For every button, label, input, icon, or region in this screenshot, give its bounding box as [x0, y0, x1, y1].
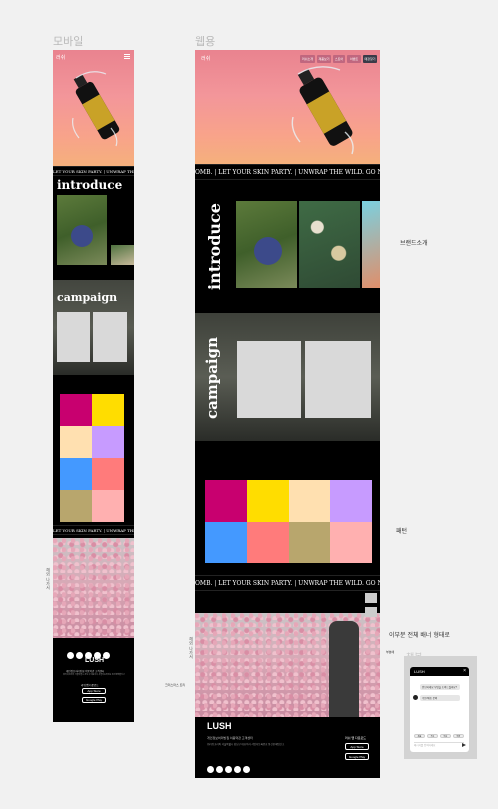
twitter-icon[interactable]	[225, 766, 232, 773]
chatbot-title: LUSH	[414, 669, 425, 674]
web-campaign-card-2[interactable]	[305, 341, 371, 418]
chat-input[interactable]: 메시지를 입력하세요	[414, 742, 464, 748]
youtube-icon[interactable]	[234, 766, 241, 773]
web-swatch-7	[288, 521, 331, 563]
person-figure	[329, 621, 359, 717]
chat-chip-4[interactable]: 매장	[453, 734, 464, 738]
nav-item-5[interactable]: 매장찾기	[363, 55, 377, 63]
web-swatch-3	[288, 480, 331, 522]
chat-chip-1[interactable]: 제품	[414, 734, 425, 738]
web-side-note-2: 크리스마스 트리	[165, 683, 186, 687]
mobile-slogan-marquee: LET YOUR SKIN PARTY. | UNWRAP THE WILD. …	[53, 166, 134, 176]
mobile-pattern-grid	[60, 394, 124, 522]
web-campaign-section: campaign	[195, 313, 380, 441]
mobile-app-title: 러쉬 앱 다운로드	[81, 684, 99, 687]
web-google-play-button[interactable]: Google Play	[345, 753, 369, 760]
mobile-swatch-2	[92, 394, 124, 426]
mobile-side-note: 해외 나가서	[46, 568, 51, 590]
mobile-swatch-7	[60, 490, 92, 522]
web-intro-photo-2	[299, 201, 360, 288]
mobile-campaign-section: campaign	[53, 280, 134, 375]
mobile-swatch-1	[60, 394, 92, 426]
web-footer-info: ㈜러쉬코리아 서울특별시 강남구 대표이사 사업자등록번호 통신판매업신고	[207, 743, 285, 746]
web-pattern-grid	[205, 480, 372, 563]
blog-icon[interactable]	[243, 766, 250, 773]
mobile-app-store-button[interactable]: App Store	[82, 688, 106, 694]
web-footer: LUSH 개인정보처리방침 이용약관 고객센터 ㈜러쉬코리아 서울특별시 강남구…	[195, 717, 380, 778]
mobile-mockup: 러쉬 LET YOUR SKIN PARTY. | UNWRAP THE WIL…	[53, 50, 134, 722]
note-small: 부분에	[386, 650, 395, 654]
mobile-intro-photo-1	[57, 195, 107, 265]
note-banner: 이부분 전체 배너 형태로	[389, 632, 450, 639]
note-brand-intro: 브랜드소개	[400, 240, 428, 247]
web-swatch-8	[330, 521, 372, 563]
web-logo[interactable]: 러쉬	[201, 55, 210, 62]
web-slogan-marquee-2: OMB. | LET YOUR SKIN PARTY. | UNWRAP THE…	[195, 575, 380, 591]
web-mockup: 러쉬 러쉬소개 제품보기 스토어 이벤트 매장찾기 OMB. | LET YOU…	[195, 50, 380, 778]
mobile-introduce-title: introduce	[57, 178, 123, 192]
web-banner-image	[195, 593, 380, 717]
web-swatch-1	[205, 480, 247, 522]
web-hero-banner: 러쉬 러쉬소개 제품보기 스토어 이벤트 매장찾기	[195, 50, 380, 164]
product-bottle-image	[72, 71, 120, 147]
web-swatch-5	[205, 521, 247, 563]
mobile-logo[interactable]: 러쉬	[56, 54, 65, 61]
web-introduce-title: introduce	[205, 203, 224, 290]
mobile-label: 모바일	[53, 35, 84, 48]
facebook-icon[interactable]	[216, 766, 223, 773]
mobile-swatch-4	[92, 426, 124, 458]
mobile-slogan-marquee-2: LET YOUR SKIN PARTY. | UNWRAP THE WILD. …	[53, 525, 134, 535]
chatbot-window: LUSH × 안녕하세요 무엇을 도와드릴까요? 주문/배송 문의 제품 주문 …	[410, 667, 469, 752]
web-intro-photo-3	[362, 201, 380, 288]
send-icon[interactable]	[462, 743, 466, 747]
banner-scroll-top[interactable]	[365, 593, 377, 603]
chatbot-header: LUSH ×	[410, 667, 469, 676]
mobile-intro-photo-2	[111, 245, 134, 265]
web-app-store-button[interactable]: App Store	[345, 743, 369, 750]
mobile-campaign-card-2[interactable]	[93, 312, 127, 362]
web-swatch-6	[246, 521, 289, 563]
mobile-footer: LUSH 개인정보처리방침 이용약관 고객센터 ㈜러쉬코리아 서울특별시 강남구…	[53, 640, 134, 722]
note-pattern: 패턴	[396, 528, 408, 535]
mobile-footer-logo: LUSH	[85, 657, 105, 664]
instagram-icon[interactable]	[207, 766, 214, 773]
web-side-note: 해외 나가서	[189, 637, 194, 659]
mobile-swatch-8	[92, 490, 124, 522]
web-product-bottle-image	[291, 66, 354, 155]
web-slogan-marquee: OMB. | LET YOUR SKIN PARTY. | UNWRAP THE…	[195, 164, 380, 180]
hamburger-menu-icon[interactable]	[124, 54, 130, 59]
chat-message-2: 주문/배송 문의	[420, 695, 460, 701]
mobile-footer-info: ㈜러쉬코리아 서울특별시 강남구 대표이사 사업자등록번호 통신판매업신고	[63, 674, 125, 676]
web-swatch-4	[330, 480, 372, 522]
mobile-swatch-6	[92, 458, 124, 490]
web-label: 웹용	[195, 35, 216, 48]
banner-scroll-bottom[interactable]	[365, 607, 377, 617]
mobile-swatch-5	[60, 458, 92, 490]
bot-avatar	[413, 695, 418, 700]
mobile-google-play-button[interactable]: Google Play	[82, 697, 106, 703]
close-icon[interactable]: ×	[463, 667, 466, 676]
mobile-banner-image	[53, 538, 134, 638]
chat-message-1: 안녕하세요 무엇을 도와드릴까요?	[420, 684, 460, 690]
mobile-campaign-card-1[interactable]	[57, 312, 90, 362]
mobile-hero-banner: 러쉬	[53, 50, 134, 166]
web-footer-logo: LUSH	[207, 721, 232, 731]
instagram-icon[interactable]	[67, 652, 74, 659]
mobile-campaign-title: campaign	[57, 291, 118, 304]
web-swatch-2	[246, 480, 289, 522]
web-app-title: 러쉬 앱 다운로드	[345, 736, 366, 740]
web-campaign-card-1[interactable]	[237, 341, 301, 418]
mobile-footer-links[interactable]: 개인정보처리방침 이용약관 고객센터	[66, 669, 122, 673]
facebook-icon[interactable]	[76, 652, 83, 659]
web-campaign-title: campaign	[203, 336, 221, 419]
chat-chip-2[interactable]: 주문	[427, 734, 438, 738]
web-social-icons	[207, 760, 252, 778]
chat-chip-3[interactable]: 배송	[440, 734, 451, 738]
web-intro-photo-1	[236, 201, 297, 288]
mobile-swatch-3	[60, 426, 92, 458]
web-footer-links[interactable]: 개인정보처리방침 이용약관 고객센터	[207, 736, 327, 740]
